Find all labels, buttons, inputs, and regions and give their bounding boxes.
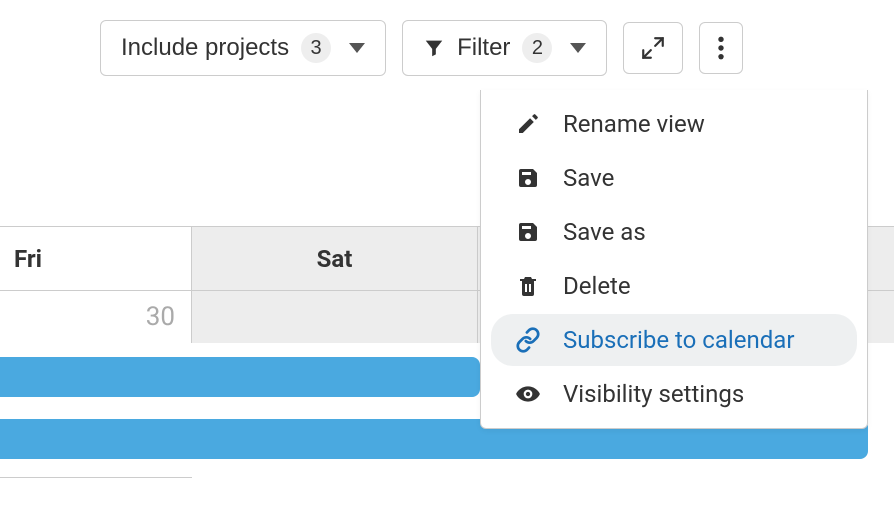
menu-item-label: Visibility settings [563,380,744,408]
menu-item-label: Save [563,164,614,192]
chevron-down-icon [349,43,365,53]
eye-icon [513,381,543,407]
menu-item-delete[interactable]: Delete [491,260,857,312]
more-options-button[interactable] [699,22,743,74]
expand-icon [640,35,666,61]
pencil-icon [513,112,543,136]
toolbar: Include projects 3 Filter 2 [0,0,894,96]
menu-item-label: Save as [563,218,646,246]
menu-item-rename[interactable]: Rename view [491,98,857,150]
filter-count: 2 [522,33,552,63]
save-icon [513,166,543,190]
trash-icon [513,274,543,298]
menu-item-label: Delete [563,272,631,300]
link-icon [513,327,543,353]
include-projects-label: Include projects [121,34,289,62]
menu-item-visibility[interactable]: Visibility settings [491,368,857,420]
expand-button[interactable] [623,22,683,74]
menu-item-label: Subscribe to calendar [563,326,794,354]
filter-button[interactable]: Filter 2 [402,20,607,76]
kebab-icon [716,35,726,61]
calendar-event-bar[interactable] [0,357,480,397]
funnel-icon [423,37,445,59]
day-header-sat: Sat [192,227,478,291]
include-projects-count: 3 [301,33,331,63]
chevron-down-icon [570,43,586,53]
menu-item-label: Rename view [563,110,705,138]
cell-divider [0,477,192,478]
filter-label: Filter [457,34,510,62]
date-cell-fri: 30 [0,291,192,343]
include-projects-button[interactable]: Include projects 3 [100,20,386,76]
menu-item-subscribe[interactable]: Subscribe to calendar [491,314,857,366]
day-header-fri: Fri [0,227,192,291]
date-cell-sat [192,291,478,343]
menu-item-save[interactable]: Save [491,152,857,204]
save-icon [513,220,543,244]
view-options-menu: Rename view Save Save as Delete Subscrib… [480,90,868,429]
menu-item-save-as[interactable]: Save as [491,206,857,258]
